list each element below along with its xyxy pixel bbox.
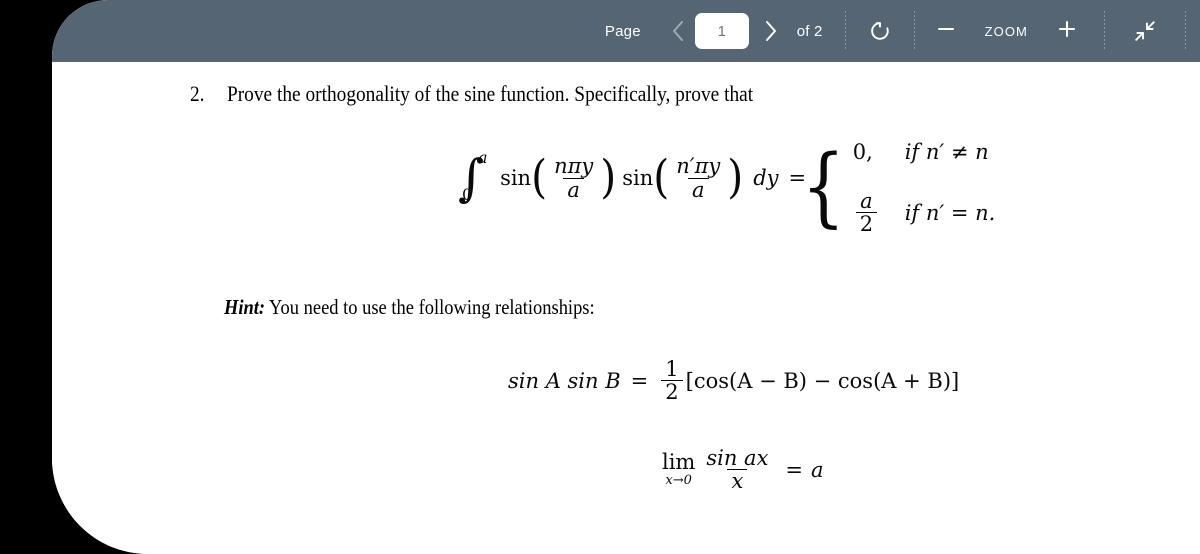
piecewise-case-2: a 2 if n′ = n.: [853, 190, 996, 235]
toolbar-divider-4: [1185, 11, 1186, 51]
integral-upper-limit: a: [478, 148, 488, 167]
sin-second: sin: [622, 166, 654, 190]
zoom-in-button[interactable]: [1050, 11, 1084, 51]
toolbar-divider-2: [913, 11, 915, 51]
identity-lhs: sin A sin B: [508, 368, 621, 393]
case-2-fraction: a 2: [855, 189, 878, 235]
fraction-first-denominator: a: [563, 177, 584, 201]
viewer-toolbar: Page of 2: [52, 0, 1200, 62]
hint-label: Hint:: [224, 295, 266, 319]
problem-statement: 2. Prove the orthogonality of the sine fu…: [190, 81, 982, 106]
identity-equals: =: [630, 368, 649, 393]
limit-fraction-denominator: x: [727, 469, 748, 492]
chevron-left-icon: [670, 19, 685, 43]
integral-symbol: ∫ a 0: [458, 148, 488, 207]
fraction-second-denominator: a: [688, 177, 709, 201]
hint-line: Hint: You need to use the following rela…: [224, 295, 595, 320]
open-paren-1: (: [531, 150, 548, 204]
collapse-arrows-icon: [1133, 19, 1157, 43]
previous-page-button[interactable]: [661, 11, 695, 51]
close-paren-1: ): [600, 150, 617, 204]
equation-limit: lim x→0 sin ax x = a: [662, 447, 824, 492]
fraction-first: nπy a: [550, 155, 597, 200]
fraction-second: n′πy a: [672, 155, 724, 200]
equation-integral: ∫ a 0 sin ( nπy a ) sin ( n′πy a ) dy =: [458, 148, 806, 207]
page-navigation-group: Page of 2: [605, 0, 823, 62]
screen-root: Page of 2: [0, 0, 1200, 554]
toolbar-divider-3: [1104, 11, 1105, 51]
case-1-value: 0,: [852, 140, 873, 164]
next-page-button[interactable]: [755, 11, 789, 51]
integral-lower-limit: 0: [462, 185, 473, 205]
case-2-denominator: 2: [855, 212, 878, 235]
limit-subscript: x→0: [665, 473, 692, 489]
case-1-condition: if n′ ≠ n: [904, 140, 989, 164]
identity-fraction-numerator: 1: [665, 357, 679, 381]
case-2-numerator: a: [860, 189, 873, 213]
open-paren-2: (: [653, 150, 670, 204]
piecewise-case-1: 0, if n′ ≠ n: [853, 140, 996, 164]
toolbar-divider-1: [844, 11, 846, 51]
identity-rhs: [cos(A − B) − cos(A + B)]: [685, 368, 960, 393]
identity-fraction-denominator: 2: [661, 380, 683, 403]
page-number-input[interactable]: [694, 13, 749, 49]
plus-icon: [1056, 18, 1078, 45]
problem-text: Prove the orthogonality of the sine func…: [226, 81, 754, 106]
close-paren-2: ): [727, 150, 744, 204]
rotate-icon: [867, 18, 893, 44]
sin-first: sin: [500, 166, 532, 190]
rotate-button[interactable]: [860, 9, 900, 53]
minus-icon: [935, 18, 957, 45]
differential: dy: [753, 166, 779, 190]
limit-fraction-numerator: sin ax: [706, 446, 769, 470]
equation-piecewise: { 0, if n′ ≠ n a 2 if n′ = n.: [796, 140, 995, 235]
limit-lim-label: lim: [662, 450, 696, 475]
case-2-value: a 2: [853, 190, 895, 235]
problem-number: 2.: [190, 81, 205, 106]
limit-result: a: [811, 457, 824, 482]
case-2-condition: if n′ = n.: [904, 200, 996, 225]
zoom-controls-group: ZOOM: [929, 0, 1084, 62]
identity-fraction: 1 2: [661, 357, 683, 403]
total-pages-label: of 2: [796, 22, 823, 40]
document-page: 2. Prove the orthogonality of the sine fu…: [52, 62, 1200, 554]
limit-equals: =: [785, 457, 804, 482]
collapse-button[interactable]: [1125, 9, 1165, 53]
piecewise-brace: {: [801, 136, 846, 237]
chevron-right-icon: [764, 19, 779, 43]
document-viewer: Page of 2: [52, 0, 1200, 554]
zoom-label: ZOOM: [984, 23, 1028, 39]
equation-identity: sin A sin B = 1 2 [cos(A − B) − cos(A + …: [508, 358, 959, 403]
hint-text: You need to use the following relationsh…: [269, 295, 595, 319]
page-label: Page: [604, 22, 641, 40]
zoom-out-button[interactable]: [929, 11, 963, 51]
limit-operator: lim x→0: [662, 450, 696, 489]
fraction-second-numerator: n′πy: [676, 154, 721, 179]
limit-fraction: sin ax x: [702, 447, 772, 492]
fraction-first-numerator: nπy: [554, 154, 594, 179]
piecewise-cases: 0, if n′ ≠ n a 2 if n′ = n.: [853, 140, 996, 235]
